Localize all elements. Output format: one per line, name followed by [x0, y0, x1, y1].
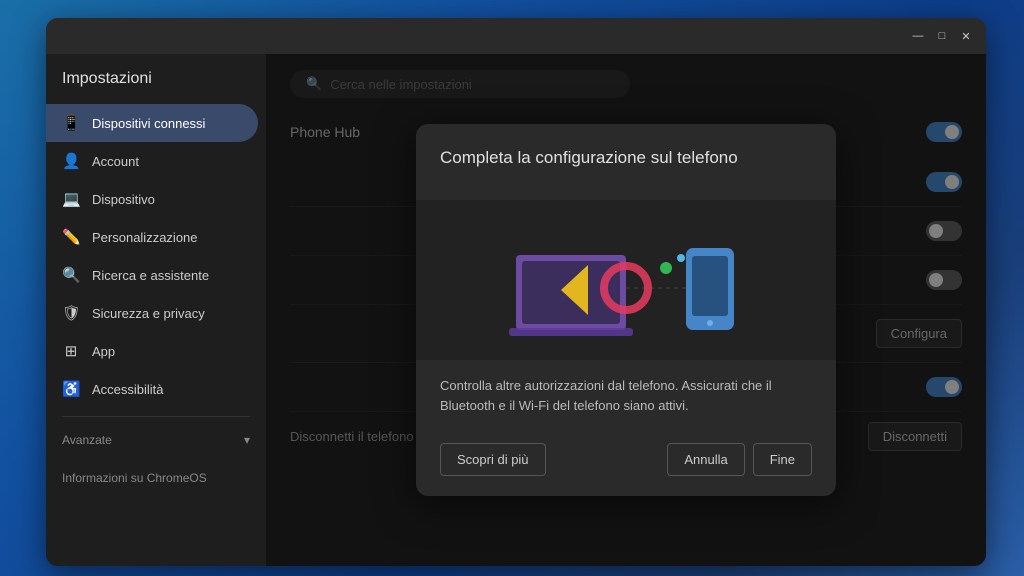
sidebar-item-label: Accessibilità — [92, 382, 164, 397]
chevron-down-icon: ▾ — [244, 433, 250, 447]
dialog-illustration — [416, 200, 836, 360]
settings-window: — □ ✕ Impostazioni 📱 Dispositivi conness… — [46, 18, 986, 566]
avanzate-label: Avanzate — [62, 433, 112, 447]
phone-icon: 📱 — [62, 114, 80, 132]
setup-dialog: Completa la configurazione sul telefono — [416, 124, 836, 496]
avanzate-section[interactable]: Avanzate ▾ — [46, 425, 266, 455]
apps-icon: ⊞ — [62, 342, 80, 360]
dialog-overlay: Completa la configurazione sul telefono — [266, 54, 986, 566]
informazioni-section[interactable]: Informazioni su ChromeOS — [46, 463, 266, 493]
title-bar: — □ ✕ — [46, 18, 986, 54]
maximize-button[interactable]: □ — [934, 28, 950, 44]
dialog-header: Completa la configurazione sul telefono — [416, 124, 836, 200]
sidebar-item-dispositivo[interactable]: 💻 Dispositivo — [46, 180, 258, 218]
fine-button[interactable]: Fine — [753, 443, 812, 476]
sidebar-item-label: Sicurezza e privacy — [92, 306, 205, 321]
sidebar-item-accessibilita[interactable]: ♿ Accessibilità — [46, 370, 258, 408]
sidebar-item-label: Personalizzazione — [92, 230, 198, 245]
close-button[interactable]: ✕ — [958, 28, 974, 44]
sidebar-item-dispositivi-connessi[interactable]: 📱 Dispositivi connessi — [46, 104, 258, 142]
annulla-button[interactable]: Annulla — [667, 443, 744, 476]
device-icon: 💻 — [62, 190, 80, 208]
dialog-body-text: Controlla altre autorizzazioni dal telef… — [440, 376, 812, 415]
sidebar-item-label: Dispositivi connessi — [92, 116, 205, 131]
dialog-illustration-svg — [416, 200, 836, 360]
main-content: Impostazioni 📱 Dispositivi connessi 👤 Ac… — [46, 54, 986, 566]
dialog-body: Controlla altre autorizzazioni dal telef… — [416, 360, 836, 431]
sidebar: Impostazioni 📱 Dispositivi connessi 👤 Ac… — [46, 54, 266, 566]
dialog-actions: Scopri di più Annulla Fine — [416, 431, 836, 496]
shield-icon: 🛡 — [62, 304, 80, 322]
sidebar-item-sicurezza-privacy[interactable]: 🛡 Sicurezza e privacy — [46, 294, 258, 332]
sidebar-divider — [62, 416, 250, 417]
sidebar-item-label: App — [92, 344, 115, 359]
sidebar-item-label: Dispositivo — [92, 192, 155, 207]
account-icon: 👤 — [62, 152, 80, 170]
sidebar-item-label: Ricerca e assistente — [92, 268, 209, 283]
dialog-title: Completa la configurazione sul telefono — [440, 148, 812, 168]
minimize-button[interactable]: — — [910, 28, 926, 44]
search-icon: 🔍 — [62, 266, 80, 284]
sidebar-item-app[interactable]: ⊞ App — [46, 332, 258, 370]
informazioni-label: Informazioni su ChromeOS — [62, 471, 207, 485]
sidebar-item-label: Account — [92, 154, 139, 169]
scopri-button[interactable]: Scopri di più — [440, 443, 546, 476]
sidebar-item-personalizzazione[interactable]: ✏️ Personalizzazione — [46, 218, 258, 256]
accessibility-icon: ♿ — [62, 380, 80, 398]
content-area: 🔍 Phone Hub Configu — [266, 54, 986, 566]
sidebar-title: Impostazioni — [46, 70, 266, 104]
sidebar-item-account[interactable]: 👤 Account — [46, 142, 258, 180]
brush-icon: ✏️ — [62, 228, 80, 246]
sidebar-item-ricerca-assistente[interactable]: 🔍 Ricerca e assistente — [46, 256, 258, 294]
